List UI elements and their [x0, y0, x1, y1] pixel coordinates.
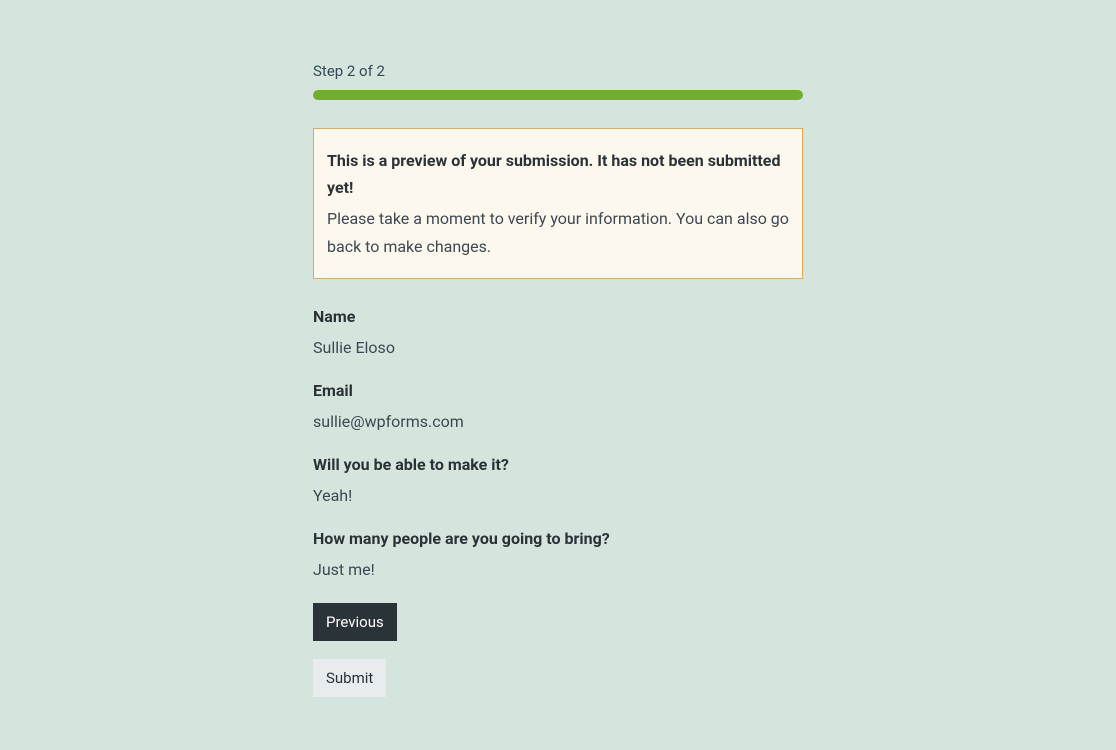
form-container: Step 2 of 2 This is a preview of your su… — [313, 62, 803, 697]
progress-bar — [313, 90, 803, 100]
field-label-email: Email — [313, 381, 803, 400]
notice-title: This is a preview of your submission. It… — [327, 147, 789, 201]
preview-notice: This is a preview of your submission. It… — [313, 128, 803, 279]
submit-button[interactable]: Submit — [313, 659, 386, 697]
field-label-guests: How many people are you going to bring? — [313, 529, 803, 548]
field-name: Name Sullie Eloso — [313, 307, 803, 357]
notice-text: Please take a moment to verify your info… — [327, 205, 789, 259]
field-value-email: sullie@wpforms.com — [313, 412, 803, 431]
field-label-attendance: Will you be able to make it? — [313, 455, 803, 474]
field-attendance: Will you be able to make it? Yeah! — [313, 455, 803, 505]
fields-section: Name Sullie Eloso Email sullie@wpforms.c… — [313, 307, 803, 579]
field-label-name: Name — [313, 307, 803, 326]
field-guests: How many people are you going to bring? … — [313, 529, 803, 579]
field-value-attendance: Yeah! — [313, 486, 803, 505]
step-indicator: Step 2 of 2 — [313, 62, 803, 80]
field-email: Email sullie@wpforms.com — [313, 381, 803, 431]
field-value-name: Sullie Eloso — [313, 338, 803, 357]
button-group: Previous Submit — [313, 603, 803, 697]
previous-button[interactable]: Previous — [313, 603, 397, 641]
field-value-guests: Just me! — [313, 560, 803, 579]
